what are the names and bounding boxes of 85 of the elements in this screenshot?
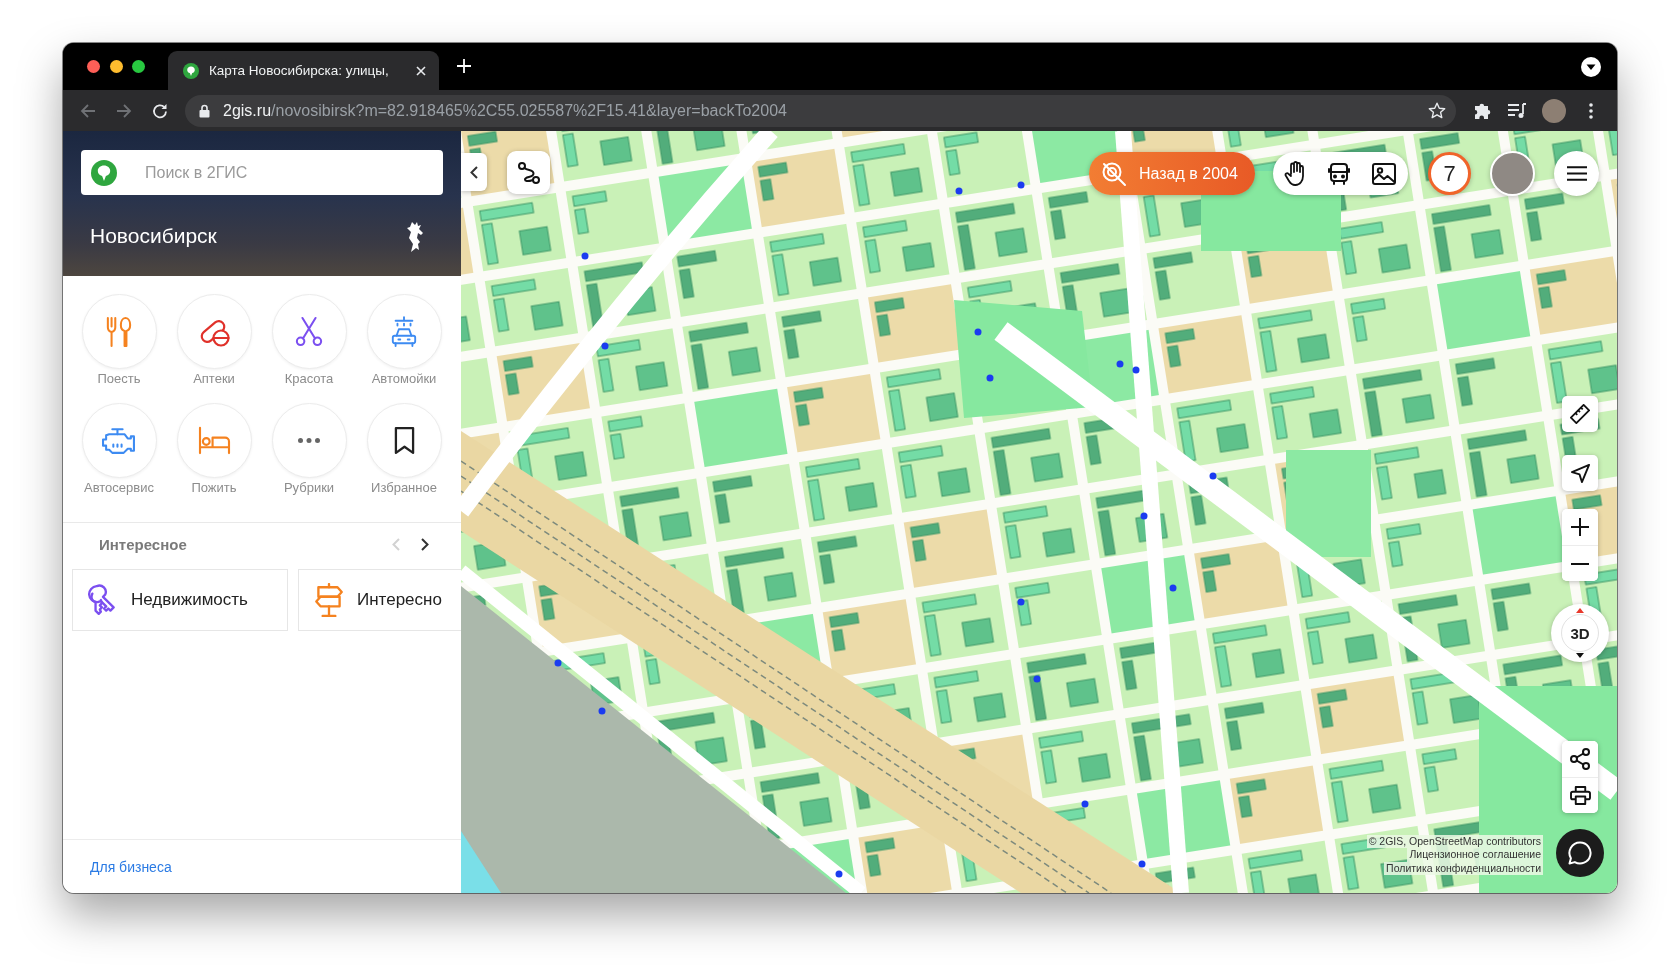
search-field[interactable]: Поиск в 2ГИС xyxy=(81,150,443,195)
car-wash-icon xyxy=(390,315,418,348)
reload-icon[interactable] xyxy=(152,102,168,119)
category-label: Пожить xyxy=(191,480,237,496)
category-label: Автосервис xyxy=(84,480,154,496)
close-icon[interactable] xyxy=(416,65,426,76)
stop-marker-icon xyxy=(1140,512,1148,520)
ruler-icon xyxy=(1570,404,1590,424)
scissors-icon xyxy=(295,316,323,347)
signpost-icon xyxy=(313,582,345,618)
minimize-button[interactable] xyxy=(109,60,123,73)
lock-icon xyxy=(199,103,210,118)
maximize-button[interactable] xyxy=(132,60,145,73)
stop-marker-icon xyxy=(1138,860,1146,868)
category-label: Рубрики xyxy=(283,480,335,496)
stop-marker-icon xyxy=(601,342,609,350)
route-icon xyxy=(516,160,541,185)
zoom-out-button[interactable] xyxy=(1562,545,1598,581)
section-title: Интересное xyxy=(99,535,187,553)
category-label: Избранное xyxy=(371,480,437,496)
stop-marker-icon xyxy=(598,707,606,715)
stop-marker-icon xyxy=(986,374,994,382)
zoom-in-button[interactable] xyxy=(1562,509,1598,545)
stop-marker-icon xyxy=(835,870,843,878)
ruler-button[interactable] xyxy=(1562,396,1598,432)
route-button[interactable] xyxy=(507,151,550,194)
puzzle-icon[interactable] xyxy=(1474,101,1492,120)
stop-marker-icon xyxy=(1132,366,1140,374)
image-icon[interactable] xyxy=(1372,162,1396,185)
share-button[interactable] xyxy=(1562,741,1598,777)
stop-marker-icon xyxy=(1169,584,1177,592)
engine-icon xyxy=(102,427,136,454)
stop-marker-icon xyxy=(1116,360,1124,368)
close-button[interactable] xyxy=(87,60,100,73)
dots-icon xyxy=(298,438,320,443)
navigation-arrow-icon xyxy=(1570,463,1590,483)
crossed-magnifier-icon xyxy=(1101,160,1127,187)
address-bar[interactable]: 2gis.ru/novosibirsk?m=82.918465%2C55.025587%2F15.41&layer=backTo2004 xyxy=(185,94,1456,127)
category-label: Поесть xyxy=(97,371,141,387)
chevron-left-icon xyxy=(470,165,478,179)
locate-button[interactable] xyxy=(1562,455,1598,491)
playlist-icon[interactable] xyxy=(1508,102,1526,119)
collapse-panel-button[interactable] xyxy=(461,153,487,191)
menu-icon xyxy=(1566,166,1587,181)
print-button[interactable] xyxy=(1562,777,1598,813)
url-text: 2gis.ru/novosibirsk?m=82.918465%2C55.025587%2F15.41&layer=backTo2004 xyxy=(223,101,787,120)
stop-marker-icon xyxy=(1017,181,1025,189)
search-input[interactable]: Поиск в 2ГИС xyxy=(145,150,443,195)
chat-icon xyxy=(1568,841,1592,865)
caret-down-icon[interactable] xyxy=(1581,56,1601,77)
hand-icon[interactable] xyxy=(1284,161,1306,186)
fork-spoon-icon xyxy=(106,315,132,348)
minus-icon xyxy=(1571,562,1589,565)
share-icon xyxy=(1570,748,1590,770)
category-label: Красота xyxy=(284,371,334,387)
favicon-icon xyxy=(183,62,199,79)
kebab-menu-icon[interactable] xyxy=(1589,102,1593,119)
legal-link[interactable]: Лицензионное соглашение xyxy=(1407,848,1543,862)
bus-icon[interactable] xyxy=(1327,161,1351,186)
collection-card[interactable]: Недвижимость xyxy=(72,569,288,631)
bed-icon xyxy=(197,426,231,455)
stop-marker-icon xyxy=(1033,675,1041,683)
star-icon[interactable] xyxy=(1428,101,1446,120)
stop-marker-icon xyxy=(1209,472,1217,480)
stop-marker-icon xyxy=(1081,800,1089,808)
stop-marker-icon xyxy=(1017,598,1025,606)
view-3d-button[interactable]: 3D xyxy=(1561,614,1599,652)
stop-marker-icon xyxy=(554,659,562,667)
copyright-text: © 2GIS, OpenStreetMap contributors xyxy=(1366,835,1543,849)
bookmark-icon xyxy=(393,426,415,455)
stop-marker-icon xyxy=(974,328,982,336)
profile-avatar[interactable] xyxy=(1542,98,1566,123)
category-label: Аптеки xyxy=(193,371,235,387)
city-name: Новосибирск xyxy=(90,224,217,248)
collection-card[interactable]: Интересно xyxy=(298,569,461,631)
plus-icon xyxy=(1571,518,1589,536)
stop-marker-icon xyxy=(955,187,963,195)
category-label: Автомойки xyxy=(371,371,437,387)
stop-marker-icon xyxy=(581,252,589,260)
business-link[interactable]: Для бизнеса xyxy=(90,858,172,875)
browser-tab[interactable]: Карта Новосибирска: улицы, xyxy=(168,51,439,90)
printer-icon xyxy=(1569,786,1591,805)
chevron-right-icon[interactable] xyxy=(421,537,429,551)
logo-icon xyxy=(91,159,117,186)
plus-icon[interactable] xyxy=(457,58,471,73)
